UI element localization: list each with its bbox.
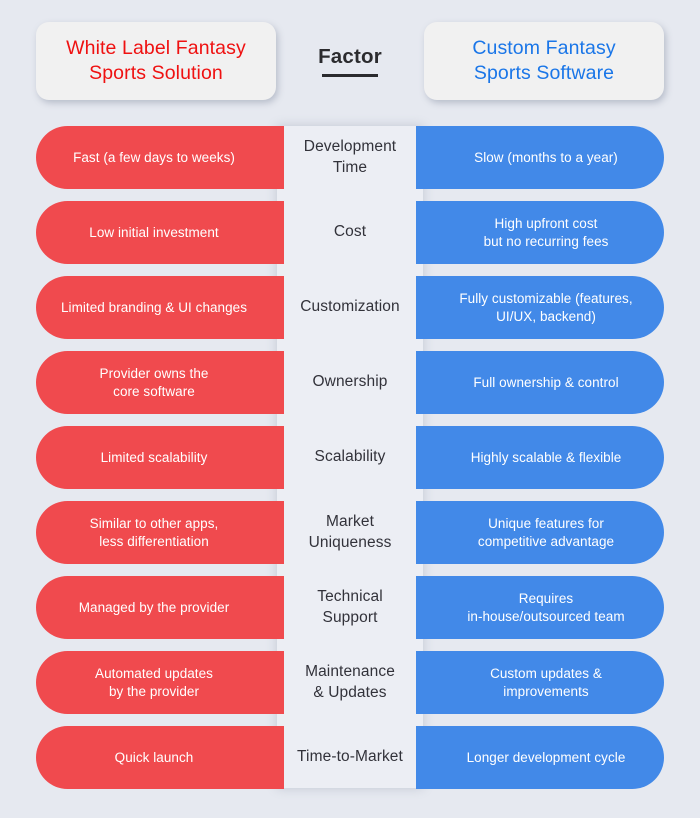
left-value-text: Limited branding & UI changes (60, 299, 248, 315)
factor-label: Ownership (277, 351, 423, 414)
factor-label-text: Ownership (312, 373, 388, 391)
comparison-row: Automated updates by the provider Custom u… (0, 651, 700, 714)
left-value-pill: Low initial investment (36, 201, 284, 264)
factor-label-text: Technical (317, 588, 383, 606)
factor-label-text: Uniqueness (308, 533, 392, 551)
left-value-pill: Limited branding & UI changes (36, 276, 284, 339)
left-value-pill: Managed by the provider (36, 576, 284, 639)
left-value-text: Provider owns the (99, 365, 209, 381)
factor-label: Technical Support (277, 576, 423, 639)
right-value-pill: Full ownership & control (416, 351, 664, 414)
factor-label-text: Support (322, 608, 378, 626)
factor-label: Development Time (277, 126, 423, 189)
right-value-pill: High upfront cost but no recurring fees (416, 201, 664, 264)
right-value-text: Longer development cycle (466, 749, 626, 765)
comparison-row: Quick launch Longer development cycle Time… (0, 726, 700, 789)
factor-column-header: Factor (277, 22, 423, 100)
left-value-pill: Provider owns the core software (36, 351, 284, 414)
left-value-text: Low initial investment (89, 224, 219, 240)
left-column-title-line-2: Sports Solution (89, 62, 223, 84)
right-value-text: competitive advantage (477, 533, 615, 549)
right-column-title-line-1: Custom Fantasy (472, 37, 616, 60)
right-value-text: improvements (503, 683, 589, 699)
left-value-text: Similar to other apps, (89, 515, 219, 531)
factor-label-text: Development (303, 138, 397, 156)
right-value-pill: Unique features for competitive advantage (416, 501, 664, 564)
left-value-pill: Fast (a few days to weeks) (36, 126, 284, 189)
factor-label-text: Market (326, 513, 374, 531)
comparison-row: Provider owns the core software Full owner… (0, 351, 700, 414)
factor-label-text: Cost (333, 223, 367, 241)
comparison-row: Limited branding & UI changes Fully custo… (0, 276, 700, 339)
factor-label: Scalability (277, 426, 423, 489)
comparison-row: Limited scalability Highly scalable & fle… (0, 426, 700, 489)
factor-label: Time-to-Market (277, 726, 423, 789)
comparison-header-row: White Label Fantasy Sports Solution Fact… (0, 0, 700, 120)
factor-header-label: Factor (318, 45, 382, 69)
right-value-text: UI/UX, backend) (496, 308, 596, 324)
factor-label-text: Maintenance (305, 663, 395, 681)
right-column-title-line-2: Sports Software (473, 62, 615, 84)
left-value-pill: Automated updates by the provider (36, 651, 284, 714)
right-value-text: Highly scalable & flexible (470, 449, 622, 465)
right-value-text: Fully customizable (features, (459, 290, 633, 306)
left-value-text: Managed by the provider (78, 599, 230, 615)
right-value-text: but no recurring fees (483, 233, 609, 249)
right-value-pill: Longer development cycle (416, 726, 664, 789)
right-value-text: in-house/outsourced team (467, 608, 625, 624)
left-value-text: by the provider (108, 683, 200, 699)
factor-header-underline (322, 74, 378, 77)
right-column-header-card: Custom Fantasy Sports Software (424, 22, 664, 100)
factor-label-text: Time-to-Market (297, 748, 403, 766)
comparison-row: Fast (a few days to weeks) Slow (months t… (0, 126, 700, 189)
comparison-rows: Fast (a few days to weeks) Slow (months t… (0, 126, 700, 789)
factor-label-text: Scalability (314, 448, 386, 466)
factor-label: Customization (277, 276, 423, 339)
left-value-text: Quick launch (114, 749, 194, 765)
comparison-row: Low initial investment High upfront cost b… (0, 201, 700, 264)
right-value-pill: Fully customizable (features, UI/UX, back… (416, 276, 664, 339)
factor-label: Market Uniqueness (277, 501, 423, 564)
left-value-pill: Similar to other apps, less differentiati… (36, 501, 284, 564)
right-value-pill: Requires in-house/outsourced team (416, 576, 664, 639)
right-value-text: High upfront cost (494, 215, 598, 231)
comparison-infographic: White Label Fantasy Sports Solution Fact… (0, 0, 700, 818)
comparison-row: Managed by the provider Requires in-house/… (0, 576, 700, 639)
left-value-text: Fast (a few days to weeks) (73, 149, 235, 165)
factor-label-text: Customization (300, 298, 400, 316)
right-value-pill: Custom updates & improvements (416, 651, 664, 714)
comparison-row: Similar to other apps, less differentiati… (0, 501, 700, 564)
factor-label-text: & Updates (313, 683, 387, 701)
left-value-text: core software (113, 383, 195, 399)
left-value-text: less differentiation (99, 533, 209, 549)
right-value-text: Full ownership & control (473, 374, 619, 390)
right-value-text: Requires (518, 590, 574, 606)
left-column-header-card: White Label Fantasy Sports Solution (36, 22, 276, 100)
right-value-pill: Highly scalable & flexible (416, 426, 664, 489)
right-value-text: Unique features for (488, 515, 604, 531)
factor-label-text: Time (332, 158, 368, 176)
right-value-text: Custom updates & (490, 665, 602, 681)
left-value-text: Automated updates (95, 665, 213, 681)
left-value-pill: Limited scalability (36, 426, 284, 489)
factor-label: Maintenance & Updates (277, 651, 423, 714)
right-value-text: Slow (months to a year) (474, 149, 618, 165)
right-value-pill: Slow (months to a year) (416, 126, 664, 189)
left-value-text: Limited scalability (100, 449, 208, 465)
left-column-title-line-1: White Label Fantasy (66, 37, 246, 60)
left-value-pill: Quick launch (36, 726, 284, 789)
factor-label: Cost (277, 201, 423, 264)
